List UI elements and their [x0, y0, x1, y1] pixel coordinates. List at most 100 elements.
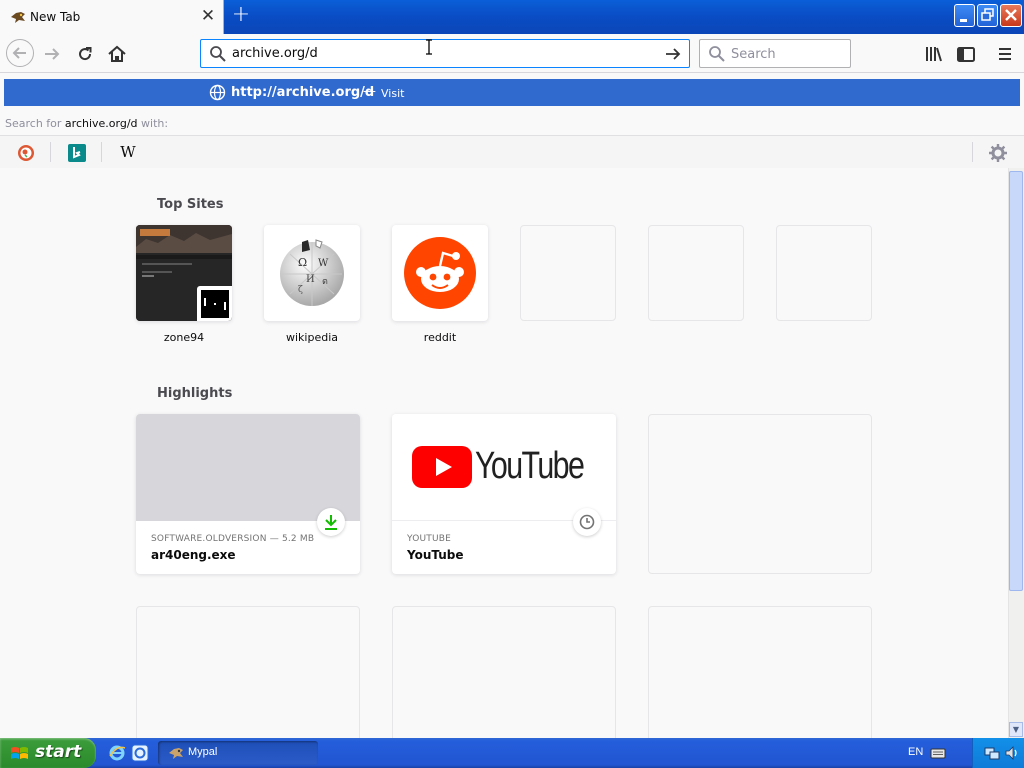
- download-icon: [325, 515, 337, 530]
- gear-icon: [989, 144, 1007, 162]
- top-site-empty-slot: [648, 225, 744, 321]
- tab-strip: New Tab ✕ +: [0, 0, 1024, 34]
- restore-icon: [981, 8, 994, 21]
- search-for-label: Search for archive.org/d with:: [5, 117, 168, 130]
- mypal-favicon-icon: [11, 12, 25, 23]
- close-icon: [1005, 9, 1017, 21]
- back-arrow-icon: [12, 47, 26, 59]
- engine-separator: [101, 142, 102, 162]
- keyboard-layout-button[interactable]: [930, 746, 946, 760]
- svg-text:W: W: [318, 258, 329, 269]
- tab-title: New Tab: [30, 10, 81, 24]
- window-minimize-button[interactable]: [954, 4, 975, 27]
- volume-icon[interactable]: [1003, 744, 1021, 762]
- bing-engine-button[interactable]: [68, 144, 86, 162]
- sidebar-icon: [957, 47, 975, 62]
- keyboard-icon: [930, 748, 946, 759]
- wikipedia-engine-button[interactable]: W: [118, 143, 138, 163]
- quicklaunch-ie-button[interactable]: [108, 744, 126, 762]
- library-button[interactable]: [922, 42, 946, 66]
- search-icon: [709, 46, 725, 62]
- svg-text:ต: ต: [322, 277, 328, 287]
- reload-icon: [79, 47, 92, 61]
- highlight-card-youtube[interactable]: YouTube YOUTUBE YouTube: [392, 414, 616, 574]
- forward-button[interactable]: [40, 42, 64, 66]
- youtube-preview: YouTube: [392, 414, 616, 521]
- window-close-button[interactable]: [1000, 4, 1022, 27]
- youtube-wordmark: YouTube: [475, 445, 585, 487]
- top-site-tile-zone94[interactable]: [136, 225, 232, 321]
- highlights-heading: Highlights: [157, 386, 233, 401]
- minimize-icon: [960, 19, 967, 22]
- network-icon[interactable]: [983, 744, 1001, 762]
- zone94-favicon-frame: [197, 286, 232, 321]
- autocomplete-visit-row[interactable]: http://archive.org/d — Visit: [4, 79, 1020, 106]
- url-bar[interactable]: archive.org/d: [200, 39, 690, 68]
- home-button[interactable]: [105, 42, 129, 66]
- wikipedia-w-icon: W: [120, 143, 136, 161]
- top-site-tile-wikipedia[interactable]: Ω W И ต ζ: [264, 225, 360, 321]
- zone94-favicon-icon: [201, 290, 229, 318]
- autocomplete-separator: —: [363, 84, 376, 99]
- top-sites-heading: Top Sites: [157, 197, 224, 212]
- highlight-empty-slot: [648, 414, 872, 574]
- search-placeholder: Search: [731, 47, 776, 62]
- system-tray: [972, 738, 1024, 768]
- highlight-card-download[interactable]: SOFTWARE.OLDVERSION — 5.2 MB ar40eng.exe: [136, 414, 360, 574]
- search-for-prefix: Search for: [5, 117, 62, 130]
- tab-close-icon[interactable]: ✕: [199, 7, 217, 25]
- highlight-empty-slot: [392, 606, 616, 746]
- reddit-logo-icon: [404, 237, 476, 309]
- forward-arrow-icon: [45, 48, 60, 60]
- top-site-label: wikipedia: [285, 331, 338, 344]
- svg-text:И: И: [306, 274, 315, 285]
- scroll-down-arrow-icon[interactable]: ▼: [1009, 722, 1023, 737]
- internet-explorer-icon: [109, 745, 126, 761]
- browser-icon: [131, 744, 149, 762]
- start-label: start: [35, 742, 82, 762]
- card-title: ar40eng.exe: [151, 548, 236, 562]
- menu-button[interactable]: [993, 42, 1017, 66]
- youtube-play-icon: [412, 446, 472, 488]
- svg-text:Ω: Ω: [298, 256, 307, 269]
- sidebar-button[interactable]: [954, 42, 978, 66]
- home-icon: [108, 45, 126, 62]
- duckduckgo-icon: [18, 145, 34, 161]
- windows-logo-icon: [11, 747, 28, 759]
- highlight-empty-slot: [136, 606, 360, 746]
- history-badge: [573, 508, 601, 536]
- duckduckgo-engine-button[interactable]: [17, 144, 35, 162]
- window-restore-button[interactable]: [977, 4, 998, 27]
- search-settings-button[interactable]: [988, 143, 1008, 163]
- top-site-label: reddit: [423, 331, 457, 344]
- language-indicator[interactable]: EN: [908, 746, 923, 758]
- new-tab-page: Top Sites zone94 Ω W И ต ζ wikipedia red…: [0, 168, 1008, 746]
- top-site-tile-reddit[interactable]: [392, 225, 488, 321]
- search-bar[interactable]: Search: [699, 39, 851, 68]
- globe-icon: [209, 84, 226, 101]
- start-button[interactable]: start: [0, 738, 96, 768]
- scrollbar-thumb[interactable]: [1009, 171, 1023, 591]
- reload-button[interactable]: [73, 42, 97, 66]
- engine-separator: [972, 142, 973, 162]
- quicklaunch-browser-button[interactable]: [131, 744, 149, 762]
- go-arrow-icon[interactable]: [663, 44, 683, 64]
- back-button[interactable]: [6, 39, 34, 67]
- top-site-empty-slot: [520, 225, 616, 321]
- engine-separator: [50, 142, 51, 162]
- hamburger-menu-icon: [999, 48, 1011, 60]
- taskbar-window-mypal[interactable]: Mypal: [158, 741, 318, 765]
- download-badge: [317, 508, 345, 536]
- search-for-term: archive.org/d: [64, 117, 138, 130]
- autocomplete-action: Visit: [381, 87, 405, 100]
- url-input-text[interactable]: archive.org/d: [232, 46, 318, 61]
- bing-icon: [68, 144, 86, 162]
- tab-new-tab[interactable]: New Tab ✕: [0, 0, 224, 34]
- mypal-app-icon: [169, 748, 183, 759]
- text-cursor-icon: [426, 39, 432, 55]
- card-title: YouTube: [407, 548, 464, 562]
- search-icon: [210, 46, 226, 62]
- card-context: YOUTUBE: [407, 534, 452, 544]
- card-context: SOFTWARE.OLDVERSION — 5.2 MB: [151, 534, 315, 544]
- new-tab-button[interactable]: +: [229, 4, 253, 28]
